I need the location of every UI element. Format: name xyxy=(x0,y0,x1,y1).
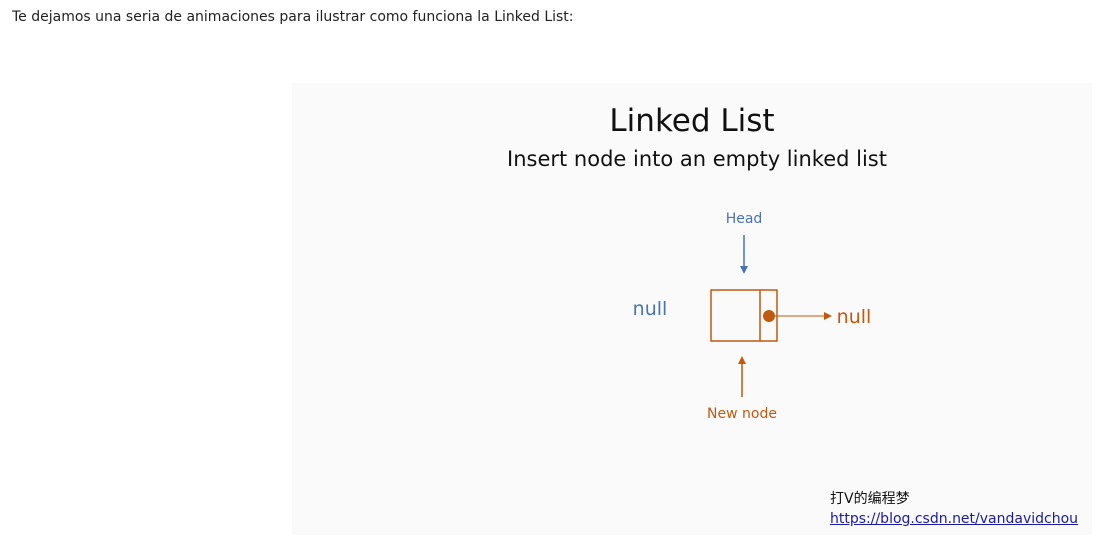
intro-text: Te dejamos una seria de animaciones para… xyxy=(12,9,574,25)
watermark-author: 打V的编程梦 xyxy=(830,491,910,507)
watermark-link[interactable]: https://blog.csdn.net/vandavidchou xyxy=(830,509,1078,529)
linked-list-diagram: Head null null New node xyxy=(633,211,872,422)
left-null-label: null xyxy=(633,298,668,320)
watermark: 打V的编程梦 https://blog.csdn.net/vandavidcho… xyxy=(830,489,1078,529)
head-label: Head xyxy=(726,211,763,227)
right-null-label: null xyxy=(837,306,872,328)
linked-list-slide: Linked List Insert node into an empty li… xyxy=(292,83,1092,535)
new-node-label: New node xyxy=(707,406,777,422)
node-pointer-dot xyxy=(763,310,775,322)
